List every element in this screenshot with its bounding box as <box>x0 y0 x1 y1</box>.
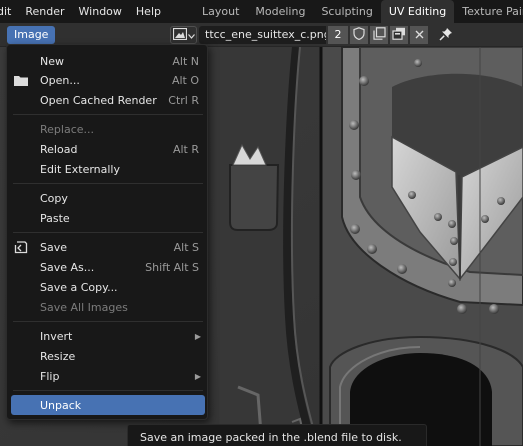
save-icon <box>13 239 29 255</box>
menu-item-label: Paste <box>40 211 70 225</box>
menu-item-save-a-copy[interactable]: Save a Copy... <box>11 277 205 297</box>
menu-item-flip[interactable]: Flip ▶ <box>11 366 205 386</box>
folder-icon <box>13 72 29 88</box>
fake-user-button[interactable] <box>350 26 368 44</box>
menu-separator <box>13 232 203 233</box>
menu-item-label: Flip <box>40 369 60 383</box>
menu-item-label: Invert <box>40 329 73 343</box>
menu-item-label: Save <box>40 240 68 254</box>
menu-edit[interactable]: dit <box>0 0 18 23</box>
image-menu-dropdown: New Alt N Open... Alt O Open Cached Rend… <box>6 44 208 420</box>
menu-item-save-all-images: Save All Images <box>11 297 205 317</box>
image-name-field[interactable]: ttcc_ene_suittex_c.png <box>199 26 326 44</box>
tab-sculpting[interactable]: Sculpting <box>313 0 380 23</box>
menu-item-resize[interactable]: Resize <box>11 346 205 366</box>
image-icon <box>172 27 187 43</box>
top-menu-bar: dit Render Window Help Layout Modeling S… <box>0 0 523 23</box>
menu-item-label: New <box>40 54 64 68</box>
menu-item-replace: Replace... <box>11 119 205 139</box>
pin-icon <box>439 27 453 44</box>
pin-button[interactable] <box>437 26 455 44</box>
menu-item-paste[interactable]: Paste <box>11 208 205 228</box>
tab-uv-editing[interactable]: UV Editing <box>380 0 455 23</box>
submenu-arrow-icon: ▶ <box>194 371 201 381</box>
menu-item-label: Edit Externally <box>40 162 121 176</box>
menu-item-open[interactable]: Open... Alt O <box>11 70 205 90</box>
menu-window[interactable]: Window <box>72 0 129 23</box>
menu-item-open-cached-render[interactable]: Open Cached Render Ctrl R <box>11 90 205 110</box>
menu-item-label: Open Cached Render <box>40 93 157 107</box>
menu-separator <box>13 321 203 322</box>
menu-separator <box>13 183 203 184</box>
menu-item-shortcut: Alt S <box>173 240 199 254</box>
chevron-down-icon <box>187 29 195 42</box>
tooltip: Save an image packed in the .blend file … <box>127 424 427 446</box>
menu-item-invert[interactable]: Invert ▶ <box>11 326 205 346</box>
menu-item-shortcut: Ctrl R <box>168 93 199 107</box>
tab-layout[interactable]: Layout <box>194 0 247 23</box>
menu-item-save[interactable]: Save Alt S <box>11 237 205 257</box>
menu-item-reload[interactable]: Reload Alt R <box>11 139 205 159</box>
menu-item-label: Replace... <box>40 122 95 136</box>
open-image-button[interactable] <box>390 26 408 44</box>
tab-modeling[interactable]: Modeling <box>247 0 313 23</box>
menu-separator <box>13 114 203 115</box>
shield-icon <box>353 27 365 43</box>
user-count-button[interactable]: 2 <box>328 26 348 44</box>
menu-item-label: Save As... <box>40 260 95 274</box>
submenu-arrow-icon: ▶ <box>194 331 201 341</box>
packed-file-icon <box>392 27 406 43</box>
menu-item-label: Save All Images <box>40 300 128 314</box>
menu-item-label: Reload <box>40 142 78 156</box>
menu-item-edit-externally[interactable]: Edit Externally <box>11 159 205 179</box>
menu-item-unpack[interactable]: Unpack <box>11 395 205 415</box>
menu-item-save-as[interactable]: Save As... Shift Alt S <box>11 257 205 277</box>
menu-separator <box>13 390 203 391</box>
workspace-tabs: Layout Modeling Sculpting UV Editing Tex… <box>194 0 523 23</box>
menu-item-label: Unpack <box>40 398 82 412</box>
menu-item-shortcut: Alt N <box>172 54 199 68</box>
menu-item-label: Copy <box>40 191 68 205</box>
menu-item-label: Resize <box>40 349 76 363</box>
unlink-image-button[interactable] <box>410 26 428 44</box>
menu-render[interactable]: Render <box>18 0 71 23</box>
menu-help[interactable]: Help <box>129 0 168 23</box>
menu-item-label: Save a Copy... <box>40 280 118 294</box>
menu-item-shortcut: Alt R <box>172 142 199 156</box>
browse-image-button[interactable] <box>170 26 197 44</box>
menu-item-shortcut: Shift Alt S <box>145 260 199 274</box>
menu-item-copy[interactable]: Copy <box>11 188 205 208</box>
duplicate-icon <box>372 27 386 43</box>
new-image-button[interactable] <box>370 26 388 44</box>
menu-item-shortcut: Alt O <box>171 73 199 87</box>
menu-item-label: Open... <box>40 73 80 87</box>
menu-item-new[interactable]: New Alt N <box>11 51 205 71</box>
tab-texture-paint[interactable]: Texture Paint <box>454 0 523 23</box>
close-icon <box>415 29 424 42</box>
image-menu-button[interactable]: Image <box>7 26 56 44</box>
